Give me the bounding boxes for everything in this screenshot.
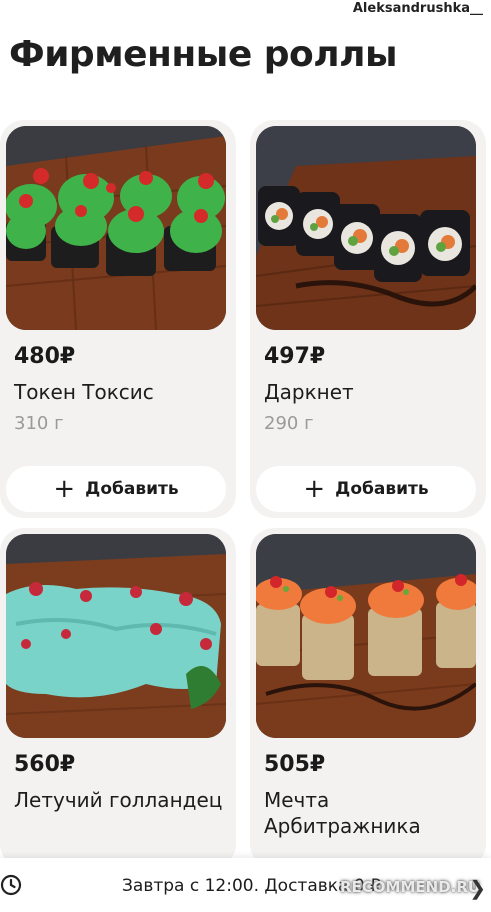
delivery-bar[interactable]: Завтра с 12:00. Доставка 0 ₽ RECOMMEND.R… [0,858,491,912]
product-photo[interactable] [6,126,226,330]
user-watermark: Aleksandrushka__ [352,1,483,16]
product-price: 560₽ [14,752,76,777]
add-to-cart-button[interactable]: + Добавить [256,466,476,512]
product-card-darknet[interactable]: 497₽ Даркнет 290 г + Добавить [250,120,486,518]
product-photo[interactable] [256,126,476,330]
product-photo[interactable] [256,534,476,738]
product-name: Мечта Арбитражника [264,788,421,838]
recommend-watermark: RECOMMEND.RU [340,878,481,896]
product-name: Даркнет [264,380,354,404]
product-price: 480₽ [14,344,76,369]
add-button-label: Добавить [335,479,429,499]
product-price: 505₽ [264,752,326,777]
product-weight: 290 г [264,413,314,434]
add-button-label: Добавить [85,479,179,499]
product-card-token-toxis[interactable]: 480₽ Токен Токсис 310 г + Добавить [0,120,236,518]
plus-icon: + [53,474,76,504]
product-price: 497₽ [264,344,326,369]
product-card-arbitrage-dream[interactable]: 505₽ Мечта Арбитражника [250,528,486,868]
clock-icon [0,874,22,896]
product-weight: 310 г [14,413,64,434]
product-name: Летучий голландец [14,788,223,812]
chevron-right-icon[interactable]: ❯ [469,876,486,901]
product-name: Токен Токсис [14,380,154,404]
product-card-flying-dutchman[interactable]: 560₽ Летучий голландец [0,528,236,868]
add-to-cart-button[interactable]: + Добавить [6,466,226,512]
product-photo[interactable] [6,534,226,738]
plus-icon: + [303,474,326,504]
page-title: Фирменные роллы [9,34,398,75]
